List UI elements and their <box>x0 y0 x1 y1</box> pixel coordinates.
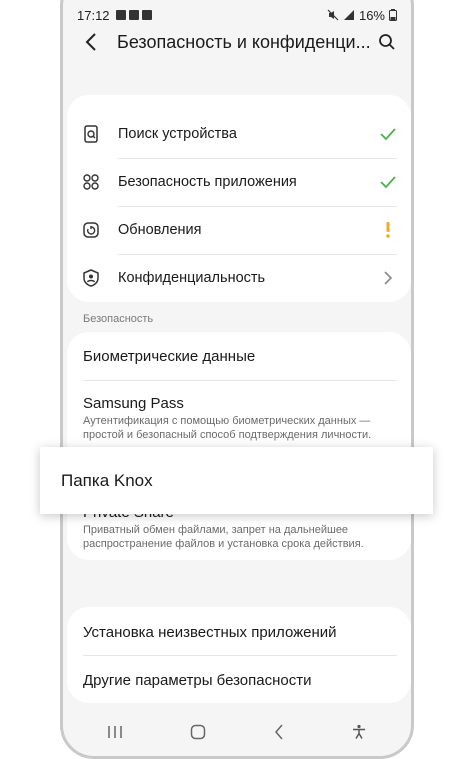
accessibility-icon <box>353 724 366 739</box>
knox-folder-label: Папка Knox <box>61 470 153 490</box>
other-settings-item[interactable]: Другие параметры безопасности <box>67 656 411 703</box>
list-item-updates[interactable]: Обновления <box>67 207 411 254</box>
samsung-pass-item[interactable]: Samsung Pass Аутентификация с помощью би… <box>67 381 411 447</box>
recents-button[interactable] <box>107 725 123 744</box>
phone-frame: 17:12 16% Безопасность и конфиденци... П… <box>60 0 414 759</box>
unknown-apps-label: Установка неизвестных приложений <box>83 624 337 641</box>
find-device-icon <box>84 125 98 143</box>
other-settings-card: Установка неизвестных приложений Другие … <box>67 607 411 703</box>
app-security-icon <box>83 174 99 190</box>
private-share-description: Приватный обмен файлами, запрет на дальн… <box>83 524 364 550</box>
security-card: Биометрические данные Samsung Pass Аутен… <box>67 332 411 560</box>
chevron-right-icon <box>379 269 397 287</box>
back-nav-button[interactable] <box>274 724 284 745</box>
samsung-pass-title: Samsung Pass <box>83 395 184 412</box>
accessibility-button[interactable] <box>351 724 367 745</box>
list-item-find-device[interactable]: Поиск устройства <box>67 95 411 158</box>
back-arrow-icon <box>85 33 96 51</box>
unknown-apps-item[interactable]: Установка неизвестных приложений <box>67 607 411 655</box>
search-button[interactable] <box>375 30 399 54</box>
back-button[interactable] <box>79 30 103 54</box>
list-item-label: Конфиденциальность <box>118 270 266 286</box>
updates-icon <box>83 222 99 238</box>
list-item-label: Поиск устройства <box>118 126 237 142</box>
search-icon <box>379 34 395 50</box>
list-item-privacy[interactable]: Конфиденциальность <box>67 255 411 302</box>
recents-icon <box>108 725 122 738</box>
knox-folder-item[interactable]: Папка Knox <box>40 447 433 514</box>
samsung-pass-description: Аутентификация с помощью биометрических … <box>83 415 372 441</box>
privacy-shield-icon <box>83 269 99 287</box>
biometrics-label: Биометрические данные <box>83 348 256 365</box>
app-header: Безопасность и конфиденци... <box>63 19 411 65</box>
list-item-label: Обновления <box>118 222 202 238</box>
home-icon <box>191 724 206 739</box>
security-status-card: Поиск устройства Безопасность приложения… <box>67 95 411 302</box>
back-nav-icon <box>274 724 283 739</box>
check-icon <box>379 173 397 191</box>
navigation-bar <box>63 712 411 756</box>
page-title: Безопасность и конфиденци... <box>117 31 371 52</box>
list-item-app-security[interactable]: Безопасность приложения <box>67 159 411 206</box>
biometrics-item[interactable]: Биометрические данные <box>67 332 411 380</box>
list-item-label: Безопасность приложения <box>118 174 297 190</box>
home-button[interactable] <box>190 724 206 745</box>
other-settings-label: Другие параметры безопасности <box>83 672 312 689</box>
warning-icon <box>379 221 397 239</box>
section-label-security: Безопасность <box>83 313 154 325</box>
check-icon <box>379 125 397 143</box>
